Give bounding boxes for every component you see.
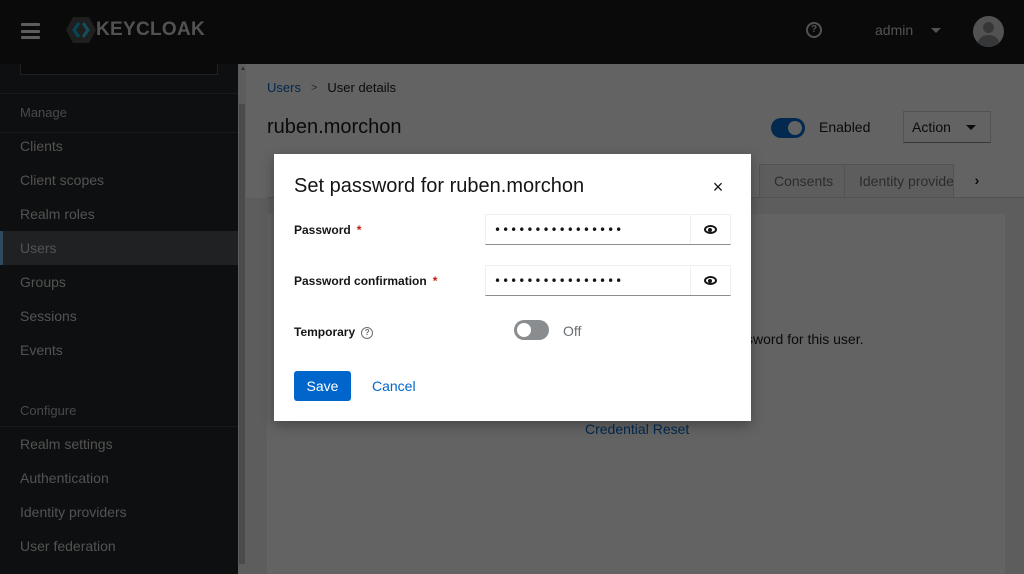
password-field bbox=[485, 214, 731, 245]
save-button[interactable]: Save bbox=[294, 371, 351, 401]
cancel-button[interactable]: Cancel bbox=[372, 371, 416, 401]
required-marker: * bbox=[356, 223, 362, 237]
required-marker: * bbox=[432, 274, 438, 288]
close-icon[interactable]: × bbox=[710, 178, 726, 196]
temporary-state-label: Off bbox=[563, 323, 582, 339]
modal-title: Set password for ruben.morchon bbox=[294, 175, 585, 197]
eye-icon bbox=[704, 276, 717, 285]
password-confirmation-input[interactable] bbox=[486, 266, 690, 295]
show-password-button[interactable] bbox=[690, 215, 730, 244]
password-confirmation-label-text: Password confirmation bbox=[294, 274, 427, 288]
help-icon[interactable]: ? bbox=[361, 326, 374, 339]
password-label: Password * bbox=[294, 223, 361, 237]
temporary-label: Temporary? bbox=[294, 325, 374, 339]
password-label-text: Password bbox=[294, 223, 351, 237]
show-password-confirmation-button[interactable] bbox=[690, 266, 730, 295]
temporary-switch[interactable] bbox=[514, 320, 549, 340]
switch-knob bbox=[517, 323, 531, 337]
password-confirmation-field bbox=[485, 265, 731, 296]
password-input[interactable] bbox=[486, 215, 690, 244]
set-password-modal: Set password for ruben.morchon × Passwor… bbox=[274, 154, 751, 421]
eye-icon bbox=[704, 225, 717, 234]
temporary-label-text: Temporary bbox=[294, 325, 356, 339]
password-confirmation-label: Password confirmation * bbox=[294, 274, 437, 288]
